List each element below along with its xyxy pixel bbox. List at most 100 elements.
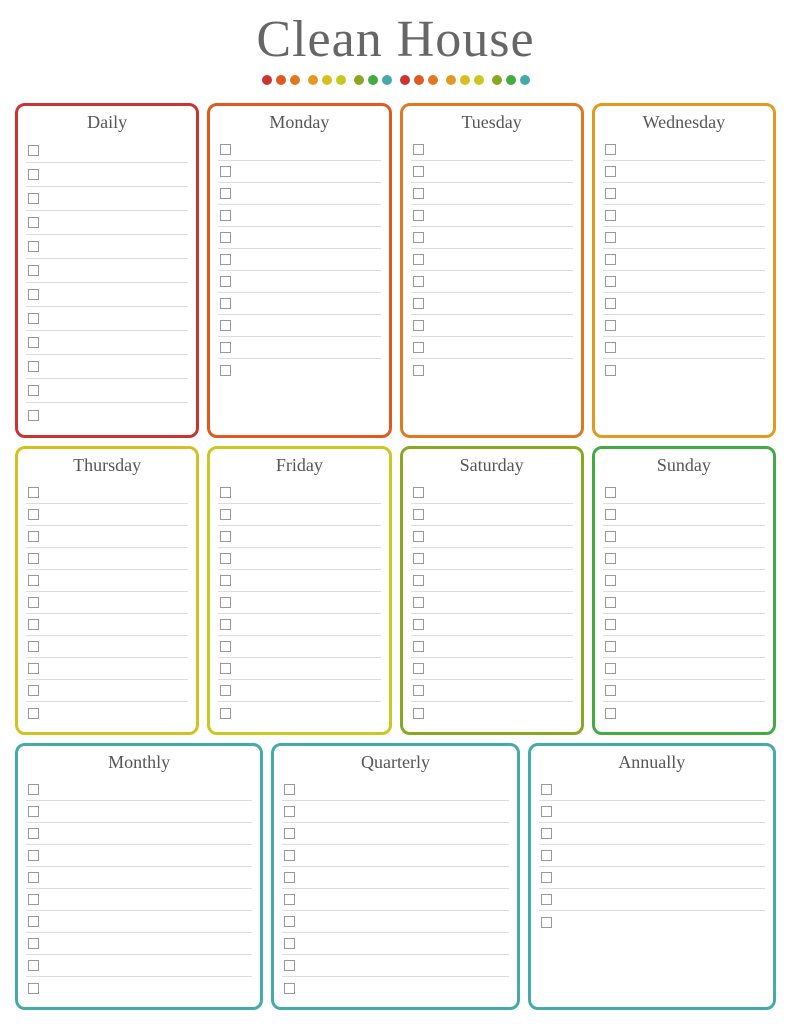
list-item[interactable]	[411, 139, 573, 161]
checkbox[interactable]	[220, 553, 231, 564]
list-item[interactable]	[218, 183, 380, 205]
list-item[interactable]	[603, 139, 765, 161]
checkbox[interactable]	[413, 575, 424, 586]
checkbox[interactable]	[28, 289, 39, 300]
checkbox[interactable]	[413, 553, 424, 564]
list-item[interactable]	[539, 779, 765, 801]
checkbox[interactable]	[28, 337, 39, 348]
checkbox[interactable]	[220, 685, 231, 696]
checkbox[interactable]	[541, 872, 552, 883]
list-item[interactable]	[218, 636, 380, 658]
list-item[interactable]	[26, 845, 252, 867]
checkbox[interactable]	[220, 210, 231, 221]
list-item[interactable]	[26, 911, 252, 933]
list-item[interactable]	[218, 526, 380, 548]
list-item[interactable]	[411, 592, 573, 614]
list-item[interactable]	[411, 337, 573, 359]
list-item[interactable]	[539, 823, 765, 845]
list-item[interactable]	[411, 315, 573, 337]
checkbox[interactable]	[284, 894, 295, 905]
checkbox[interactable]	[28, 169, 39, 180]
checkbox[interactable]	[220, 619, 231, 630]
checkbox[interactable]	[605, 144, 616, 155]
checkbox[interactable]	[220, 166, 231, 177]
list-item[interactable]	[26, 482, 188, 504]
list-item[interactable]	[603, 161, 765, 183]
list-item[interactable]	[218, 359, 380, 381]
checkbox[interactable]	[28, 894, 39, 905]
checkbox[interactable]	[413, 276, 424, 287]
checkbox[interactable]	[28, 619, 39, 630]
list-item[interactable]	[282, 801, 508, 823]
list-item[interactable]	[539, 889, 765, 911]
checkbox[interactable]	[413, 663, 424, 674]
list-item[interactable]	[282, 911, 508, 933]
list-item[interactable]	[282, 867, 508, 889]
checkbox[interactable]	[28, 983, 39, 994]
checkbox[interactable]	[605, 188, 616, 199]
checkbox[interactable]	[605, 685, 616, 696]
list-item[interactable]	[411, 548, 573, 570]
list-item[interactable]	[26, 355, 188, 379]
checkbox[interactable]	[284, 784, 295, 795]
checkbox[interactable]	[413, 597, 424, 608]
list-item[interactable]	[218, 315, 380, 337]
checkbox[interactable]	[28, 685, 39, 696]
checkbox[interactable]	[28, 385, 39, 396]
checkbox[interactable]	[220, 342, 231, 353]
list-item[interactable]	[603, 702, 765, 724]
checkbox[interactable]	[413, 365, 424, 376]
list-item[interactable]	[539, 867, 765, 889]
list-item[interactable]	[411, 570, 573, 592]
list-item[interactable]	[603, 271, 765, 293]
checkbox[interactable]	[28, 663, 39, 674]
list-item[interactable]	[26, 823, 252, 845]
checkbox[interactable]	[413, 298, 424, 309]
checkbox[interactable]	[28, 708, 39, 719]
list-item[interactable]	[411, 658, 573, 680]
checkbox[interactable]	[605, 365, 616, 376]
checkbox[interactable]	[220, 320, 231, 331]
checkbox[interactable]	[220, 487, 231, 498]
list-item[interactable]	[539, 911, 765, 933]
checkbox[interactable]	[413, 166, 424, 177]
list-item[interactable]	[26, 403, 188, 427]
checkbox[interactable]	[541, 850, 552, 861]
checkbox[interactable]	[220, 509, 231, 520]
checkbox[interactable]	[220, 597, 231, 608]
checkbox[interactable]	[605, 575, 616, 586]
list-item[interactable]	[26, 331, 188, 355]
list-item[interactable]	[26, 163, 188, 187]
list-item[interactable]	[218, 482, 380, 504]
checkbox[interactable]	[28, 916, 39, 927]
checkbox[interactable]	[28, 872, 39, 883]
checkbox[interactable]	[28, 575, 39, 586]
list-item[interactable]	[218, 139, 380, 161]
checkbox[interactable]	[284, 938, 295, 949]
checkbox[interactable]	[605, 531, 616, 542]
checkbox[interactable]	[28, 313, 39, 324]
checkbox[interactable]	[605, 210, 616, 221]
list-item[interactable]	[603, 227, 765, 249]
checkbox[interactable]	[605, 619, 616, 630]
list-item[interactable]	[218, 337, 380, 359]
checkbox[interactable]	[220, 276, 231, 287]
checkbox[interactable]	[541, 828, 552, 839]
list-item[interactable]	[218, 293, 380, 315]
list-item[interactable]	[411, 249, 573, 271]
list-item[interactable]	[282, 955, 508, 977]
list-item[interactable]	[218, 504, 380, 526]
checkbox[interactable]	[541, 894, 552, 905]
list-item[interactable]	[603, 592, 765, 614]
list-item[interactable]	[411, 227, 573, 249]
list-item[interactable]	[282, 845, 508, 867]
checkbox[interactable]	[605, 166, 616, 177]
list-item[interactable]	[411, 482, 573, 504]
checkbox[interactable]	[284, 983, 295, 994]
list-item[interactable]	[218, 702, 380, 724]
list-item[interactable]	[26, 570, 188, 592]
list-item[interactable]	[603, 636, 765, 658]
checkbox[interactable]	[541, 917, 552, 928]
list-item[interactable]	[411, 293, 573, 315]
checkbox[interactable]	[28, 265, 39, 276]
